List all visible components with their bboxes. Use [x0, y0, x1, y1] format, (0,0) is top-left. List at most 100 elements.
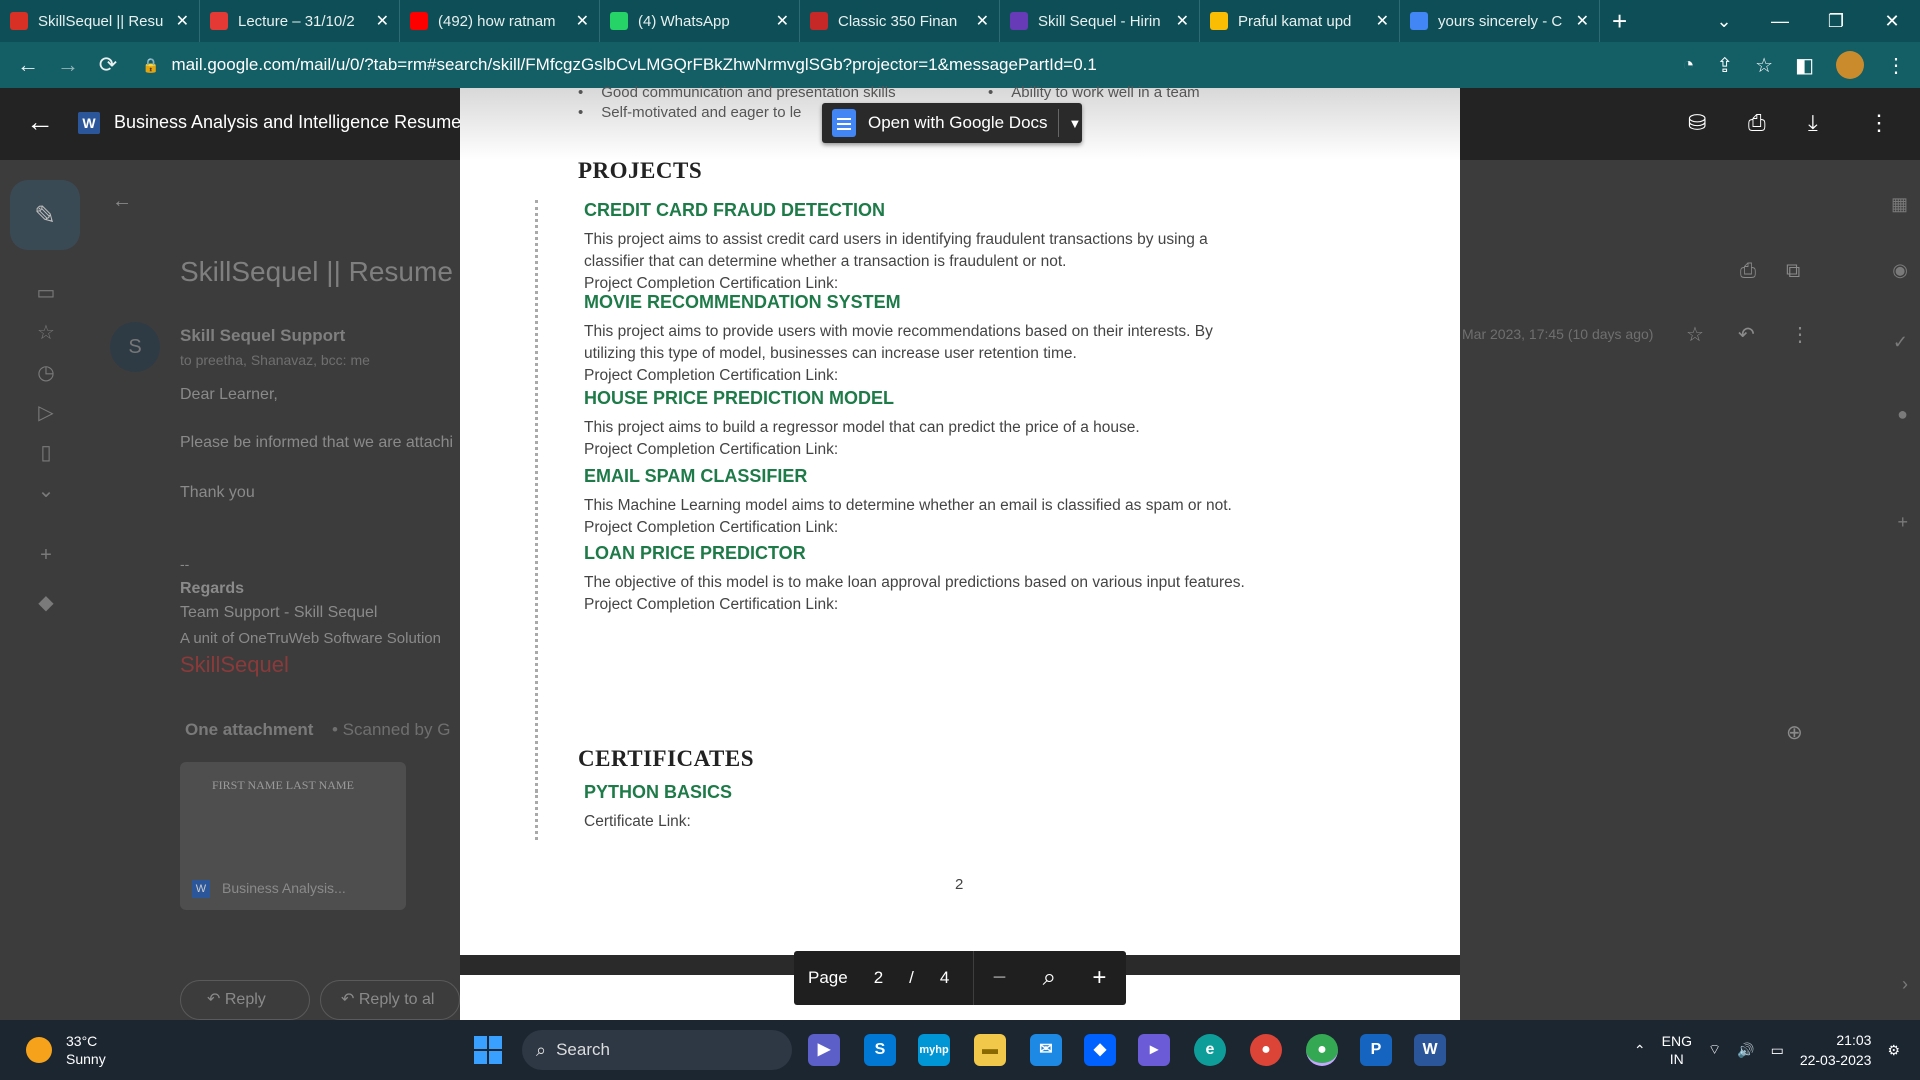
open-new-window-icon[interactable]: ⧉: [1786, 260, 1800, 283]
back-to-inbox-icon[interactable]: ←: [112, 190, 132, 213]
address-bar[interactable]: 🔒 mail.google.com/mail/u/0/?tab=rm#searc…: [142, 49, 1842, 81]
new-tab-button[interactable]: +: [1612, 6, 1627, 37]
lang-code: ENG: [1661, 1033, 1692, 1049]
reply-icon[interactable]: ↶: [1738, 322, 1755, 347]
close-viewer-back-icon[interactable]: ←: [26, 106, 54, 138]
chrome-icon[interactable]: ●: [1250, 1034, 1282, 1066]
minimize-button[interactable]: —: [1752, 11, 1808, 32]
dropdown-triangle-icon[interactable]: ▼: [1069, 116, 1082, 131]
drafts-icon[interactable]: ▯: [34, 440, 58, 464]
compose-pencil-icon[interactable]: ✎: [10, 180, 80, 250]
attachment-thumbnail[interactable]: FIRST NAME LAST NAME W Business Analysis…: [180, 762, 406, 910]
back-button[interactable]: ←: [8, 52, 48, 78]
zoom-magnifier-icon[interactable]: ⌕: [1024, 964, 1074, 992]
label-tag-icon[interactable]: ◆: [34, 590, 58, 614]
browser-tab[interactable]: (4) WhatsApp ✕: [600, 0, 800, 42]
download-icon[interactable]: ⤓: [1808, 110, 1818, 136]
notifications-icon[interactable]: ⚙: [1887, 1042, 1900, 1059]
sent-icon[interactable]: ▷: [34, 400, 58, 424]
add-addon-icon[interactable]: +: [1897, 512, 1908, 533]
close-window-button[interactable]: ✕: [1864, 11, 1920, 32]
current-page[interactable]: 2: [874, 968, 883, 988]
recipients[interactable]: to preetha, Shanavaz, bcc: me: [180, 352, 370, 368]
weather-widget[interactable]: 33°C Sunny: [26, 1032, 106, 1068]
browser-tab[interactable]: (492) how ratnam ✕: [400, 0, 600, 42]
snoozed-icon[interactable]: ◷: [34, 360, 58, 384]
zoom-out-button[interactable]: −: [974, 964, 1024, 992]
add-to-drive-icon[interactable]: ⛁: [1688, 110, 1706, 136]
browser-tab[interactable]: Lecture – 31/10/2 ✕: [200, 0, 400, 42]
more-chevron-icon[interactable]: ⌄: [34, 478, 58, 502]
close-tab-icon[interactable]: ✕: [1176, 11, 1189, 31]
more-actions-icon[interactable]: ⋮: [1868, 110, 1890, 136]
calendar-icon[interactable]: ▦: [1891, 194, 1908, 215]
side-panel-icon[interactable]: ◧: [1795, 53, 1814, 78]
close-tab-icon[interactable]: ✕: [976, 11, 989, 31]
add-to-drive-icon[interactable]: ⊕: [1786, 720, 1803, 745]
system-tray: ⌃ ENG IN ⌔ 🔊 ▭ 21:03 22-03-2023 ⚙: [1634, 1020, 1900, 1080]
battery-icon[interactable]: ▭: [1771, 1042, 1784, 1059]
attachment-label: One attachment: [185, 720, 314, 739]
close-tab-icon[interactable]: ✕: [576, 11, 589, 31]
page-label: Page: [808, 968, 848, 987]
close-tab-icon[interactable]: ✕: [776, 11, 789, 31]
starred-icon[interactable]: ☆: [34, 320, 58, 344]
project-entry: CREDIT CARD FRAUD DETECTION This project …: [584, 200, 1344, 295]
tab-title: (492) how ratnam: [438, 12, 556, 30]
performance-icon[interactable]: ◔: [1682, 54, 1694, 77]
close-tab-icon[interactable]: ✕: [376, 11, 389, 31]
skype-icon[interactable]: S: [864, 1034, 896, 1066]
reload-button[interactable]: ⟳: [88, 52, 128, 78]
app-icon[interactable]: P: [1360, 1034, 1392, 1066]
bookmark-star-icon[interactable]: ☆: [1755, 53, 1773, 78]
keep-icon[interactable]: ◉: [1892, 260, 1908, 281]
add-label-icon[interactable]: +: [34, 544, 58, 568]
share-icon[interactable]: ⇪: [1716, 53, 1733, 78]
close-tab-icon[interactable]: ✕: [176, 11, 189, 31]
mail-icon[interactable]: ✉: [1030, 1034, 1062, 1066]
browser-menu-icon[interactable]: ⋮: [1886, 53, 1906, 78]
profile-avatar[interactable]: [1836, 51, 1864, 79]
browser-tab[interactable]: SkillSequel || Resu ✕: [0, 0, 200, 42]
lock-icon[interactable]: 🔒: [142, 57, 159, 74]
star-icon[interactable]: ☆: [1686, 322, 1704, 347]
wifi-icon[interactable]: ⌔: [1708, 1041, 1721, 1059]
tab-title: Lecture – 31/10/2: [238, 12, 355, 30]
close-tab-icon[interactable]: ✕: [1376, 11, 1389, 31]
dropbox-icon[interactable]: ◆: [1084, 1034, 1116, 1066]
tab-search-chevron-icon[interactable]: ⌄: [1696, 11, 1752, 32]
contacts-icon[interactable]: ●: [1897, 404, 1908, 425]
open-with-google-docs-button[interactable]: Open with Google Docs ▼: [822, 103, 1082, 143]
browser-tab[interactable]: Classic 350 Finan ✕: [800, 0, 1000, 42]
more-options-icon[interactable]: ⋮: [1790, 322, 1810, 347]
windows-start-icon[interactable]: [474, 1036, 502, 1064]
volume-icon[interactable]: 🔊: [1737, 1042, 1754, 1059]
browser-tab[interactable]: Skill Sequel - Hirin ✕: [1000, 0, 1200, 42]
restore-button[interactable]: ❐: [1808, 11, 1864, 32]
expand-panel-icon[interactable]: ›: [1902, 974, 1908, 995]
file-explorer-icon[interactable]: ▬: [974, 1034, 1006, 1066]
browser-tab[interactable]: yours sincerely - C ✕: [1400, 0, 1600, 42]
reply-all-button[interactable]: ↶ Reply to al: [320, 980, 460, 1020]
print-icon[interactable]: ⎙: [1748, 110, 1766, 136]
edge-icon[interactable]: e: [1194, 1034, 1226, 1066]
tasks-icon[interactable]: ✓: [1893, 332, 1908, 353]
copilot-icon[interactable]: ▸: [1138, 1034, 1170, 1066]
browser-tab[interactable]: Praful kamat upd ✕: [1200, 0, 1400, 42]
word-icon[interactable]: W: [1414, 1034, 1446, 1066]
signature-regards: Regards: [180, 580, 245, 597]
clock[interactable]: 21:03 22-03-2023: [1800, 1030, 1872, 1070]
close-tab-icon[interactable]: ✕: [1576, 11, 1589, 31]
taskbar-search[interactable]: ⌕ Search: [522, 1030, 792, 1070]
chrome-active-icon[interactable]: ●: [1306, 1034, 1338, 1066]
input-language[interactable]: ENG IN: [1662, 1032, 1692, 1068]
teams-chat-icon[interactable]: ▶: [808, 1034, 840, 1066]
forward-button[interactable]: →: [48, 52, 88, 78]
reply-button[interactable]: ↶ Reply: [180, 980, 310, 1020]
zoom-in-button[interactable]: +: [1074, 964, 1124, 992]
tab-title: SkillSequel || Resu: [38, 12, 164, 30]
myhp-icon[interactable]: myhp: [918, 1034, 950, 1066]
tray-chevron-icon[interactable]: ⌃: [1634, 1042, 1646, 1059]
print-icon[interactable]: ⎙: [1740, 260, 1756, 283]
inbox-icon[interactable]: ▭: [34, 280, 58, 304]
